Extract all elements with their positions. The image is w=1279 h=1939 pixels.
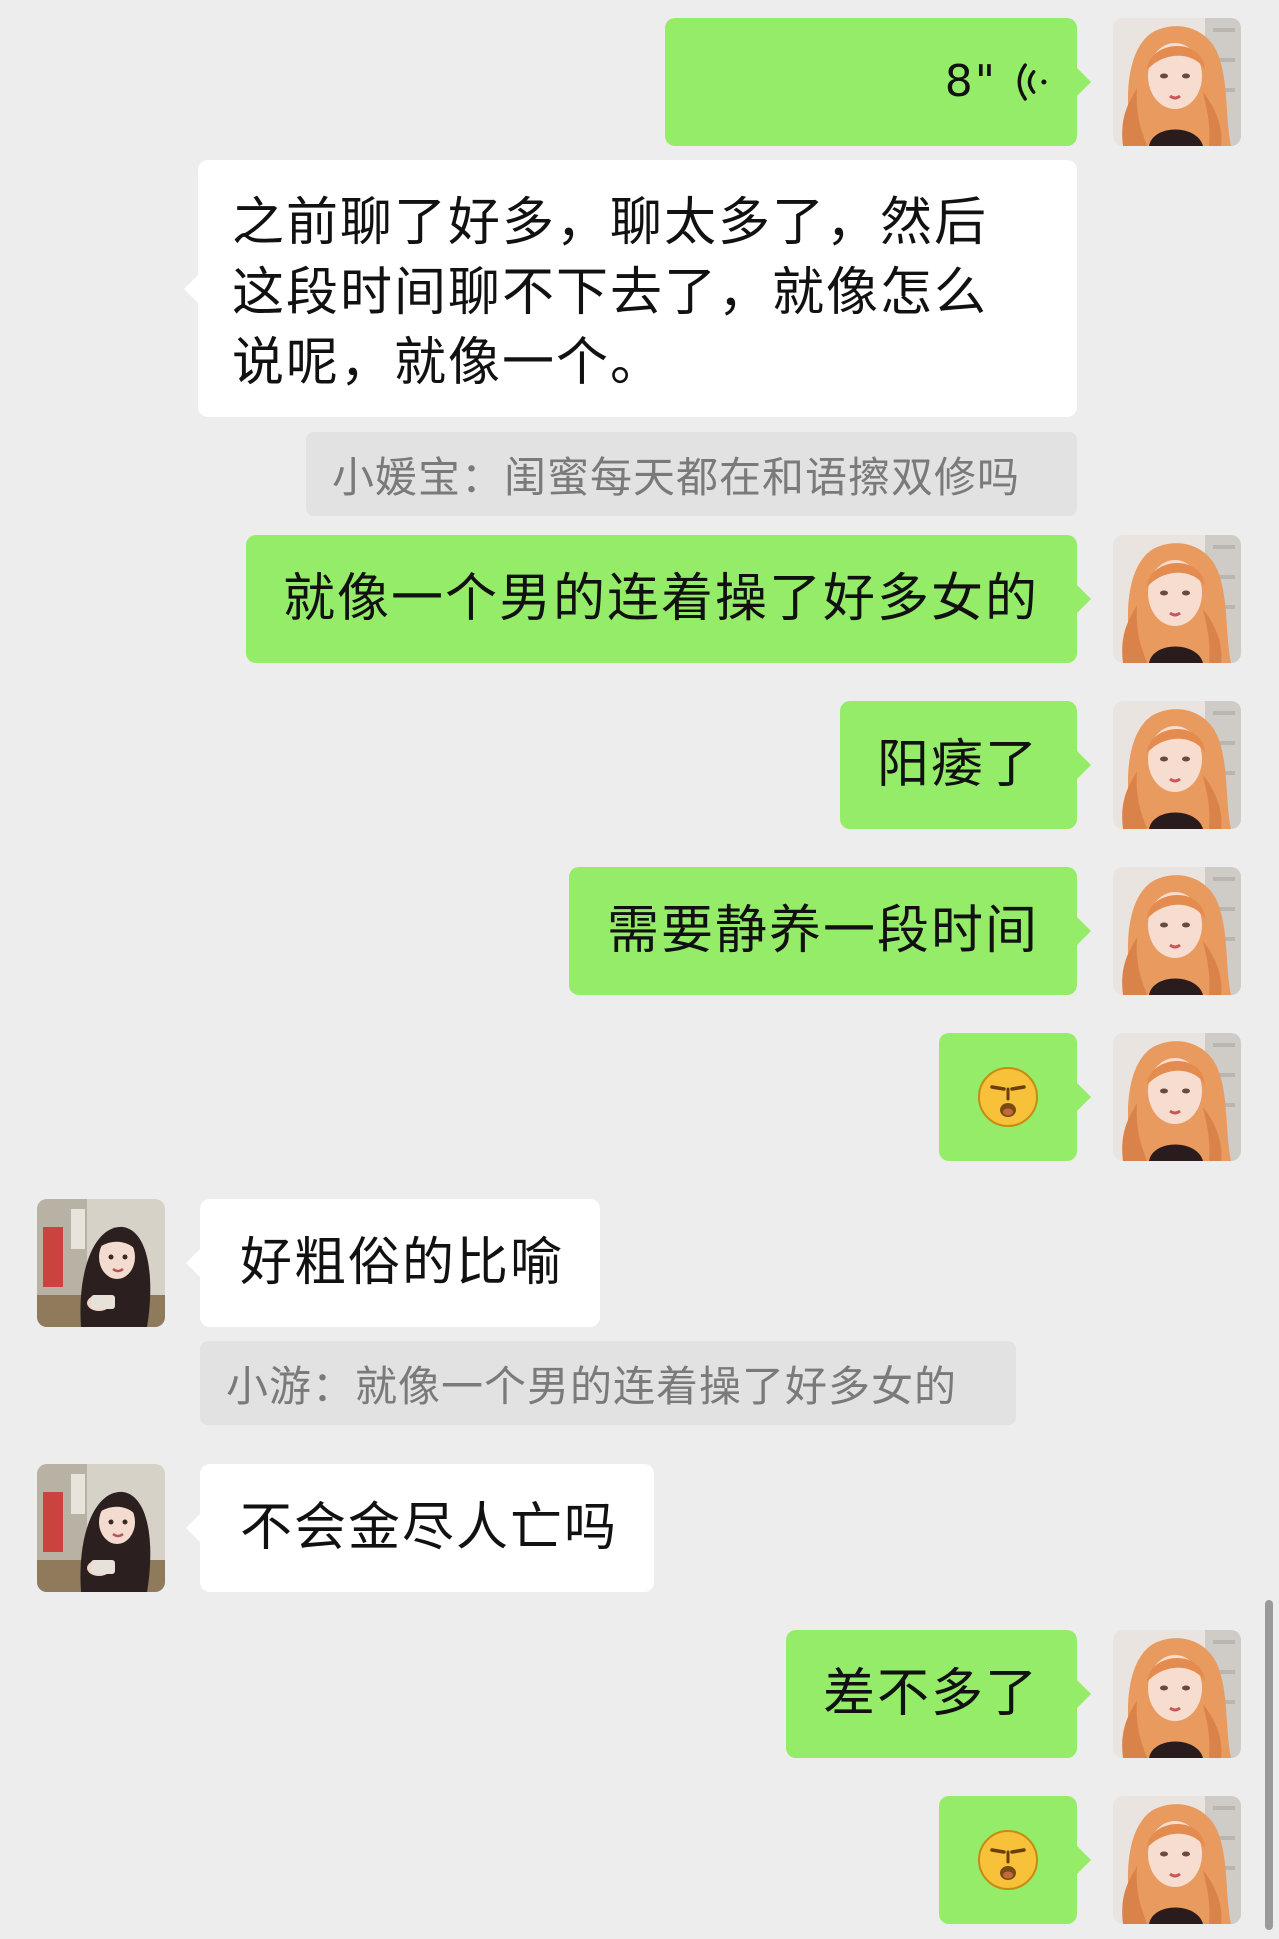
message-text: 不会金尽人亡吗 (240, 1498, 619, 1558)
message-bubble[interactable]: 不会金尽人亡吗 (186, 1464, 654, 1592)
quoted-reply[interactable]: 小媛宝：闺蜜每天都在和语擦双修吗 (306, 432, 1077, 516)
quoted-reply[interactable]: 小游：就像一个男的连着操了好多女的 (200, 1341, 1016, 1425)
my-avatar[interactable] (1113, 535, 1241, 663)
sad-face-emoji-icon (976, 1065, 1040, 1129)
message-text: 就像一个男的连着操了好多女的 (282, 569, 1039, 629)
message-bubble[interactable]: 好粗俗的比喻 (186, 1199, 600, 1327)
contact-avatar[interactable] (37, 1464, 165, 1592)
my-avatar[interactable] (1113, 18, 1241, 146)
contact-avatar[interactable] (37, 1199, 165, 1327)
message-text: 阳痿了 (876, 735, 1039, 795)
voice-wave-icon (1015, 60, 1049, 104)
emoji-message-bubble[interactable] (939, 1796, 1091, 1924)
my-avatar[interactable] (1113, 1033, 1241, 1161)
my-avatar[interactable] (1113, 867, 1241, 995)
message-bubble[interactable]: 需要静养一段时间 (569, 867, 1091, 995)
message-text: 差不多了 (822, 1664, 1039, 1724)
message-bubble[interactable]: 就像一个男的连着操了好多女的 (246, 535, 1091, 663)
voice-duration: 8" (944, 56, 997, 107)
message-text: 需要静养一段时间 (606, 901, 1039, 961)
my-avatar[interactable] (1113, 701, 1241, 829)
my-avatar[interactable] (1113, 1796, 1241, 1924)
message-bubble[interactable]: 之前聊了好多，聊太多了，然后这段时间聊不下去了，就像怎么说呢，就像一个。 (184, 160, 1077, 417)
quoted-reply-text: 小媛宝：闺蜜每天都在和语擦双修吗 (332, 452, 1021, 502)
message-text: 之前聊了好多，聊太多了，然后这段时间聊不下去了，就像怎么说呢，就像一个。 (232, 193, 989, 393)
emoji-message-bubble[interactable] (939, 1033, 1091, 1161)
my-avatar[interactable] (1113, 1630, 1241, 1758)
message-bubble[interactable]: 差不多了 (786, 1630, 1091, 1758)
sad-face-emoji-icon (976, 1828, 1040, 1892)
quoted-reply-text: 小游：就像一个男的连着操了好多女的 (226, 1361, 958, 1411)
voice-message-bubble[interactable]: 8" (665, 18, 1091, 146)
message-bubble[interactable]: 阳痿了 (840, 701, 1091, 829)
chat-scrollbar[interactable] (1265, 1600, 1273, 1930)
message-text: 好粗俗的比喻 (240, 1233, 565, 1293)
